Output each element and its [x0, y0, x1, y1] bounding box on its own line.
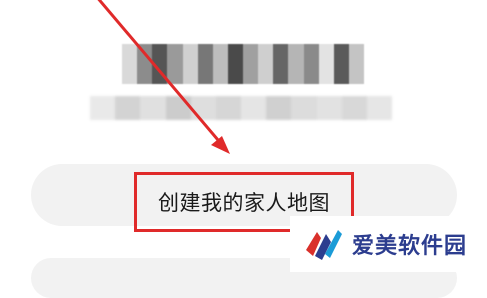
pixelated-block: [215, 96, 242, 120]
aimei-logo-icon: [306, 230, 342, 260]
pixelated-block: [137, 44, 153, 84]
site-watermark: 爱美软件园: [290, 216, 487, 272]
pixelated-block: [122, 44, 138, 84]
pixelated-block: [167, 44, 183, 84]
pixelated-block: [266, 96, 292, 120]
pixelated-block: [241, 96, 267, 120]
pixelated-block: [273, 44, 289, 84]
pixelated-block: [303, 44, 319, 84]
pixelated-block: [190, 96, 216, 120]
pixelated-block: [348, 44, 364, 84]
pixelated-block: [366, 96, 393, 120]
pixelated-block: [341, 96, 367, 120]
pixelated-block: [243, 44, 259, 84]
pixelated-block: [165, 96, 191, 120]
pixelated-block: [333, 44, 349, 84]
pixelated-block: [288, 44, 304, 84]
pixelated-block: [258, 44, 274, 84]
pixelated-block: [182, 44, 198, 84]
pixelated-block: [291, 96, 317, 120]
pixelated-block: [227, 44, 243, 84]
pixelated-block: [115, 96, 141, 120]
pixelated-block: [212, 44, 228, 84]
pixelated-block: [152, 44, 168, 84]
pixelated-block: [90, 96, 116, 120]
pixelated-block: [140, 96, 166, 120]
blurred-subtitle: [90, 96, 393, 120]
blurred-title: [122, 44, 364, 84]
create-family-map-label: 创建我的家人地图: [158, 191, 330, 215]
pixelated-block: [316, 96, 342, 120]
pixelated-block: [318, 44, 334, 84]
pixelated-block: [197, 44, 213, 84]
watermark-text: 爱美软件园: [352, 234, 468, 259]
